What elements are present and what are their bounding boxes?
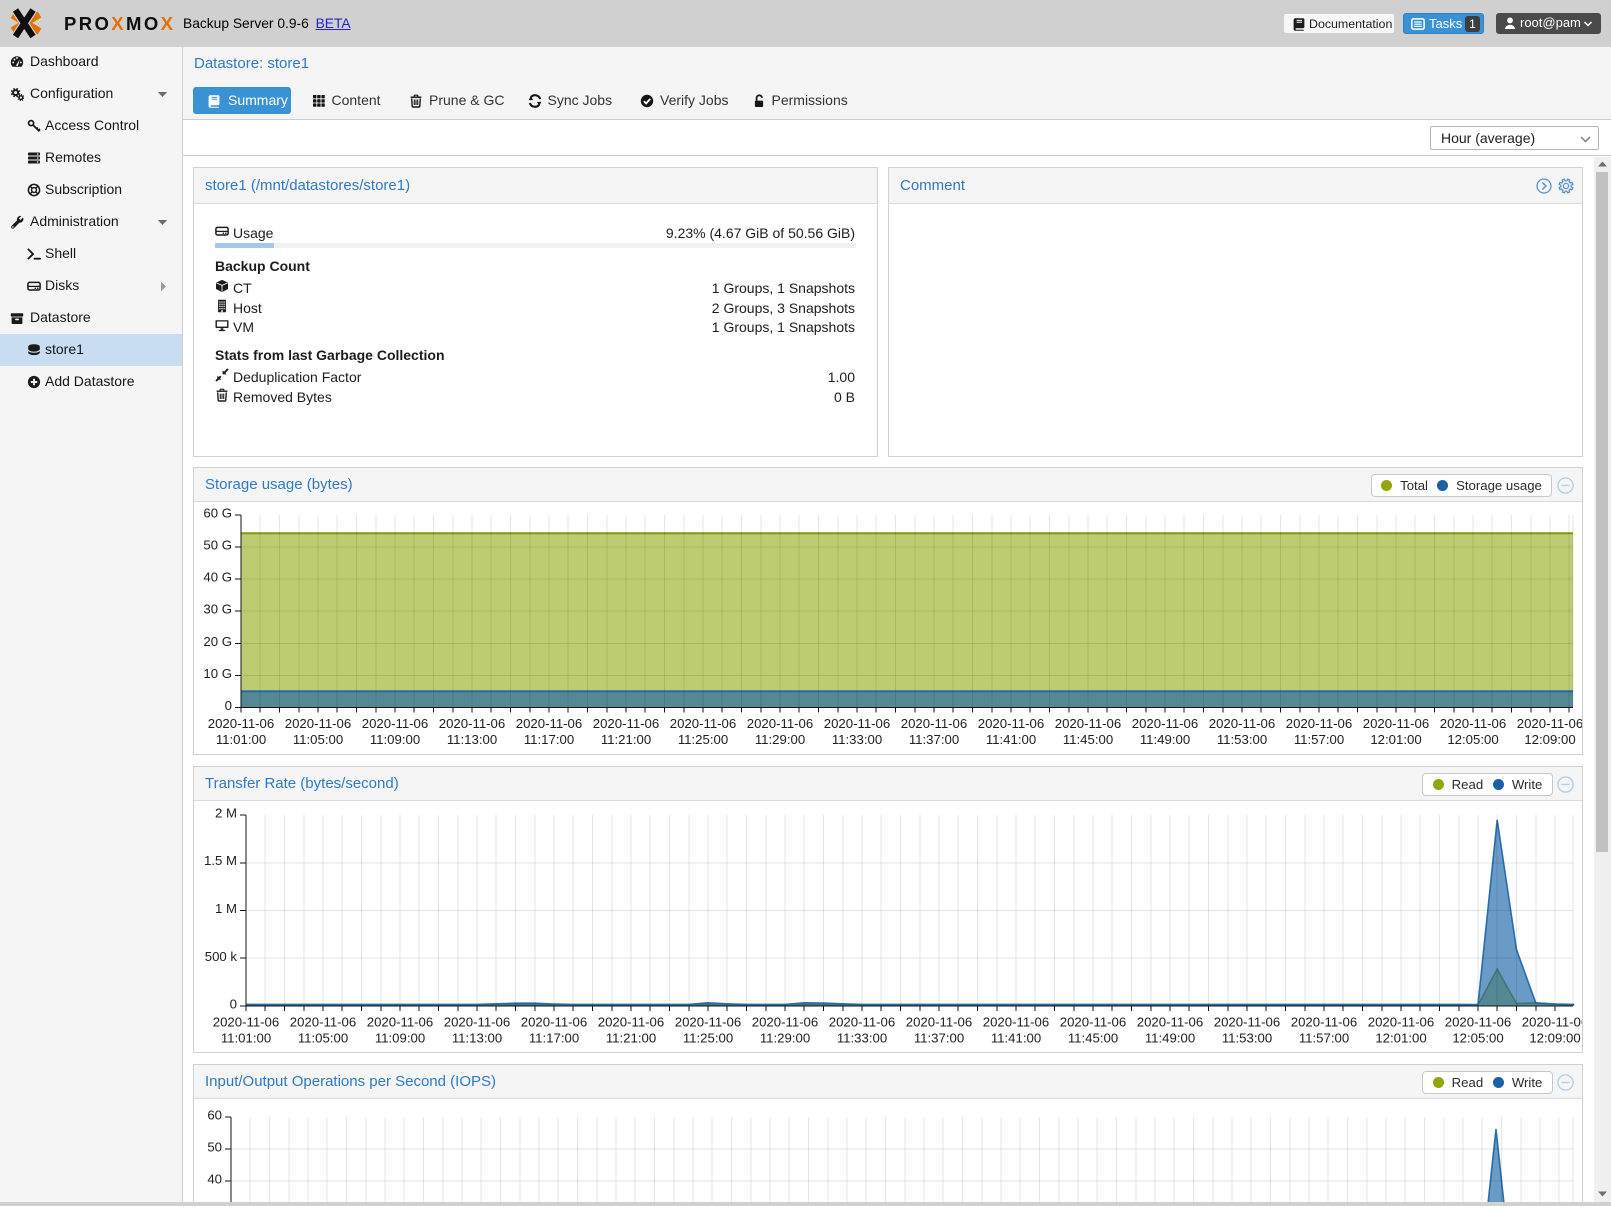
svg-text:1.5 M: 1.5 M bbox=[204, 853, 237, 868]
svg-text:12:05:00: 12:05:00 bbox=[1452, 1031, 1503, 1046]
svg-text:2020-11-06: 2020-11-06 bbox=[670, 716, 736, 731]
svg-text:60 G: 60 G bbox=[203, 506, 232, 521]
svg-text:11:57:00: 11:57:00 bbox=[1299, 1031, 1349, 1046]
svg-text:2020-11-06: 2020-11-06 bbox=[593, 716, 659, 731]
svg-text:2020-11-06: 2020-11-06 bbox=[1368, 1015, 1434, 1030]
svg-text:50: 50 bbox=[207, 1139, 222, 1154]
svg-text:2020-11-06: 2020-11-06 bbox=[1445, 1015, 1511, 1030]
svg-text:2020-11-06: 2020-11-06 bbox=[1440, 716, 1506, 731]
svg-text:2020-11-06: 2020-11-06 bbox=[1132, 716, 1198, 731]
svg-text:2 M: 2 M bbox=[215, 806, 237, 821]
svg-text:2020-11-06: 2020-11-06 bbox=[362, 716, 428, 731]
svg-text:12:01:00: 12:01:00 bbox=[1375, 1031, 1426, 1046]
svg-text:11:25:00: 11:25:00 bbox=[678, 732, 728, 747]
svg-text:11:17:00: 11:17:00 bbox=[529, 1031, 579, 1046]
svg-text:2020-11-06: 2020-11-06 bbox=[1522, 1015, 1582, 1030]
svg-text:500 k: 500 k bbox=[205, 949, 238, 964]
svg-text:2020-11-06: 2020-11-06 bbox=[285, 716, 351, 731]
svg-text:11:13:00: 11:13:00 bbox=[452, 1031, 502, 1046]
svg-text:11:49:00: 11:49:00 bbox=[1145, 1031, 1195, 1046]
svg-text:2020-11-06: 2020-11-06 bbox=[516, 716, 582, 731]
svg-text:11:57:00: 11:57:00 bbox=[1294, 732, 1344, 747]
svg-text:11:45:00: 11:45:00 bbox=[1068, 1031, 1118, 1046]
svg-text:2020-11-06: 2020-11-06 bbox=[1137, 1015, 1203, 1030]
svg-text:2020-11-06: 2020-11-06 bbox=[208, 716, 274, 731]
svg-text:11:25:00: 11:25:00 bbox=[683, 1031, 733, 1046]
svg-text:11:33:00: 11:33:00 bbox=[832, 732, 882, 747]
svg-text:0: 0 bbox=[230, 997, 237, 1012]
svg-text:11:49:00: 11:49:00 bbox=[1140, 732, 1190, 747]
svg-text:2020-11-06: 2020-11-06 bbox=[1209, 716, 1275, 731]
svg-text:11:29:00: 11:29:00 bbox=[760, 1031, 810, 1046]
svg-text:12:05:00: 12:05:00 bbox=[1447, 732, 1498, 747]
svg-text:11:29:00: 11:29:00 bbox=[755, 732, 805, 747]
svg-text:11:01:00: 11:01:00 bbox=[221, 1031, 271, 1046]
svg-text:2020-11-06: 2020-11-06 bbox=[747, 716, 813, 731]
svg-text:11:13:00: 11:13:00 bbox=[447, 732, 497, 747]
svg-text:2020-11-06: 2020-11-06 bbox=[1291, 1015, 1357, 1030]
svg-text:11:17:00: 11:17:00 bbox=[524, 732, 574, 747]
svg-text:11:53:00: 11:53:00 bbox=[1217, 732, 1267, 747]
svg-text:2020-11-06: 2020-11-06 bbox=[978, 716, 1044, 731]
svg-text:2020-11-06: 2020-11-06 bbox=[983, 1015, 1049, 1030]
svg-text:2020-11-06: 2020-11-06 bbox=[1055, 716, 1121, 731]
svg-text:12:01:00: 12:01:00 bbox=[1370, 732, 1421, 747]
svg-text:11:01:00: 11:01:00 bbox=[216, 732, 266, 747]
svg-text:12:09:00: 12:09:00 bbox=[1529, 1031, 1580, 1046]
svg-text:2020-11-06: 2020-11-06 bbox=[1214, 1015, 1280, 1030]
svg-text:2020-11-06: 2020-11-06 bbox=[521, 1015, 587, 1030]
svg-text:50 G: 50 G bbox=[203, 538, 232, 553]
svg-text:11:41:00: 11:41:00 bbox=[986, 732, 1036, 747]
svg-text:11:53:00: 11:53:00 bbox=[1222, 1031, 1272, 1046]
svg-text:11:45:00: 11:45:00 bbox=[1063, 732, 1113, 747]
svg-text:11:21:00: 11:21:00 bbox=[606, 1031, 656, 1046]
svg-text:2020-11-06: 2020-11-06 bbox=[901, 716, 967, 731]
svg-text:0: 0 bbox=[225, 698, 232, 713]
svg-text:2020-11-06: 2020-11-06 bbox=[824, 716, 890, 731]
svg-text:11:05:00: 11:05:00 bbox=[298, 1031, 348, 1046]
svg-text:2020-11-06: 2020-11-06 bbox=[829, 1015, 895, 1030]
svg-text:2020-11-06: 2020-11-06 bbox=[1286, 716, 1352, 731]
svg-text:11:37:00: 11:37:00 bbox=[909, 732, 959, 747]
svg-text:2020-11-06: 2020-11-06 bbox=[598, 1015, 664, 1030]
svg-text:2020-11-06: 2020-11-06 bbox=[675, 1015, 741, 1030]
svg-text:20 G: 20 G bbox=[203, 634, 232, 649]
svg-text:11:41:00: 11:41:00 bbox=[991, 1031, 1041, 1046]
svg-text:2020-11-06: 2020-11-06 bbox=[906, 1015, 972, 1030]
svg-text:2020-11-06: 2020-11-06 bbox=[752, 1015, 818, 1030]
svg-text:30 G: 30 G bbox=[203, 602, 232, 617]
svg-text:2020-11-06: 2020-11-06 bbox=[439, 716, 505, 731]
svg-text:2020-11-06: 2020-11-06 bbox=[444, 1015, 510, 1030]
svg-text:11:05:00: 11:05:00 bbox=[293, 732, 343, 747]
svg-text:2020-11-06: 2020-11-06 bbox=[1060, 1015, 1126, 1030]
svg-text:2020-11-06: 2020-11-06 bbox=[1363, 716, 1429, 731]
svg-text:11:09:00: 11:09:00 bbox=[370, 732, 420, 747]
svg-text:2020-11-06: 2020-11-06 bbox=[290, 1015, 356, 1030]
svg-text:11:09:00: 11:09:00 bbox=[375, 1031, 425, 1046]
svg-text:40: 40 bbox=[207, 1171, 222, 1186]
svg-text:11:21:00: 11:21:00 bbox=[601, 732, 651, 747]
svg-text:11:33:00: 11:33:00 bbox=[837, 1031, 887, 1046]
svg-text:11:37:00: 11:37:00 bbox=[914, 1031, 964, 1046]
svg-text:40 G: 40 G bbox=[203, 570, 232, 585]
svg-text:12:09:00: 12:09:00 bbox=[1524, 732, 1575, 747]
svg-text:2020-11-06: 2020-11-06 bbox=[213, 1015, 279, 1030]
svg-text:60: 60 bbox=[207, 1108, 222, 1123]
svg-text:2020-11-06: 2020-11-06 bbox=[1517, 716, 1582, 731]
svg-text:1 M: 1 M bbox=[215, 901, 237, 916]
svg-text:10 G: 10 G bbox=[203, 666, 232, 681]
svg-text:2020-11-06: 2020-11-06 bbox=[367, 1015, 433, 1030]
